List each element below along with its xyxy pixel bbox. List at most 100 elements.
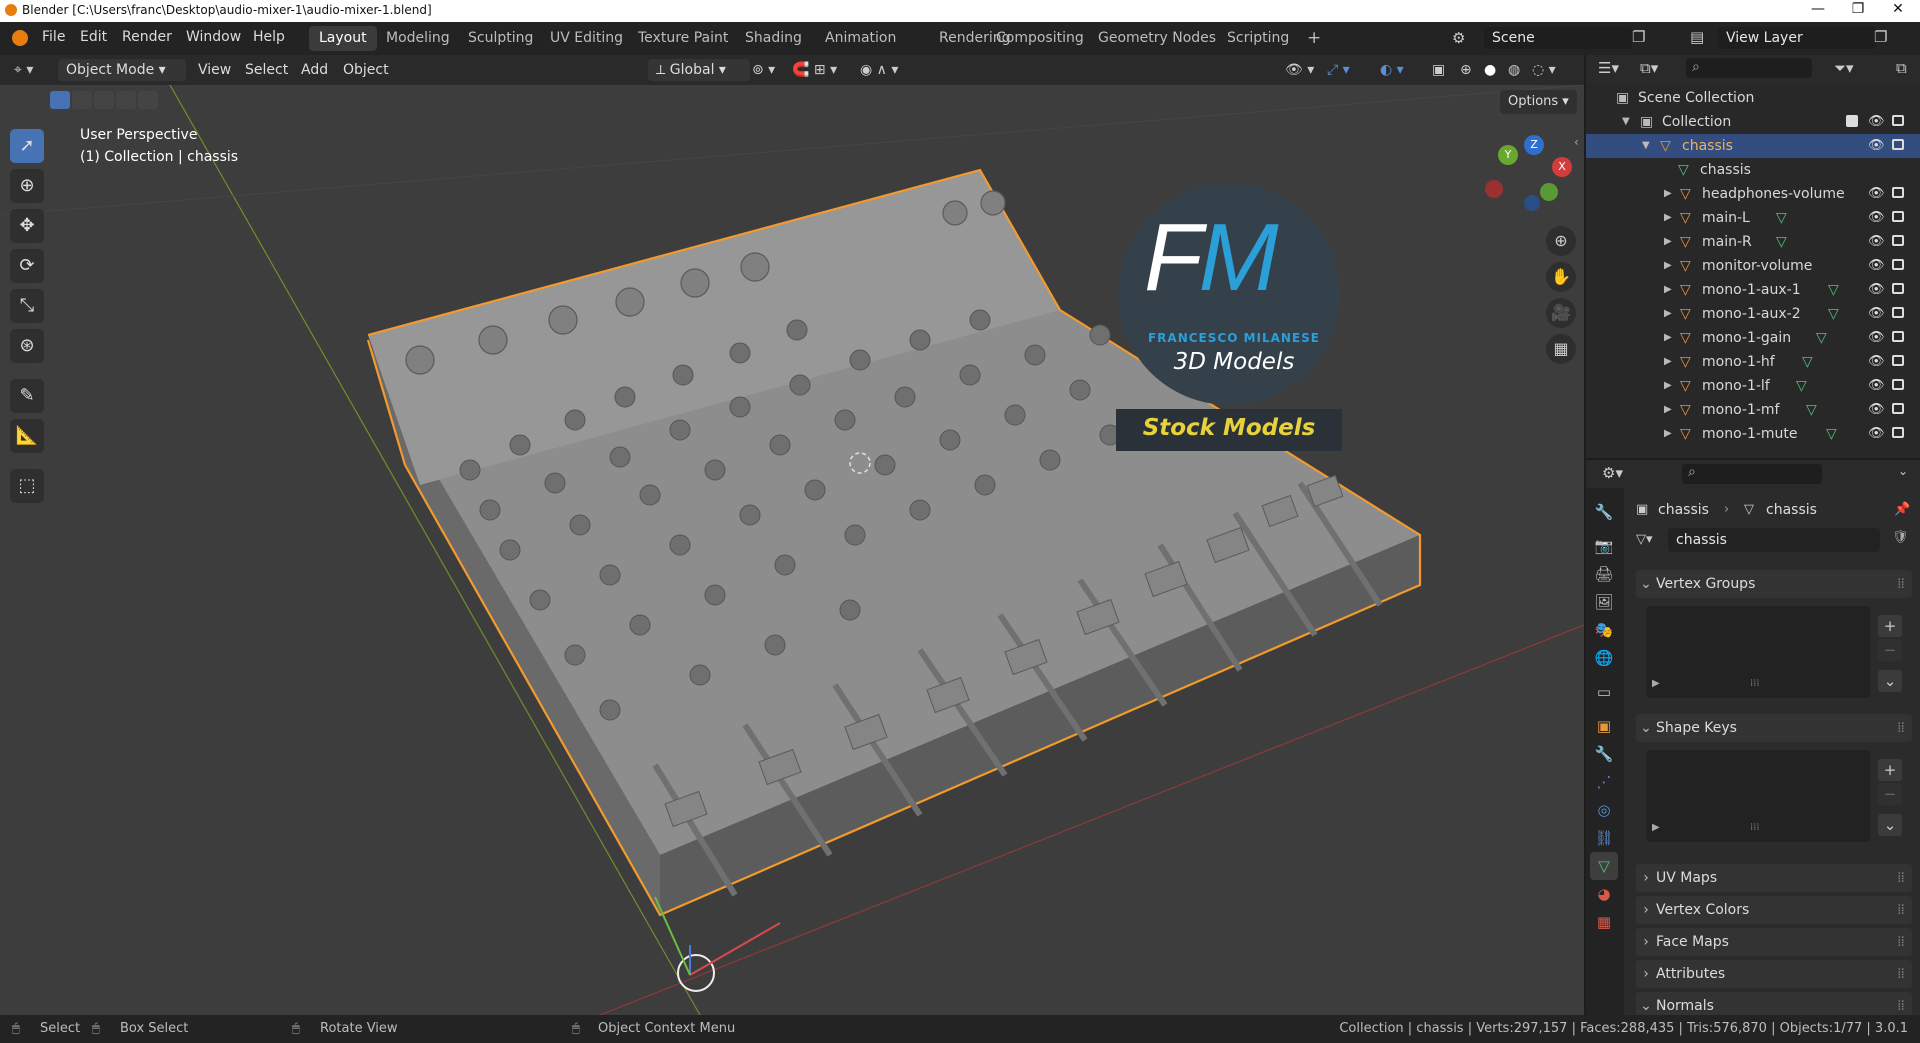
eye-icon[interactable]: 👁	[1868, 398, 1885, 422]
eye-icon[interactable]: 👁	[1868, 374, 1885, 398]
3d-viewport[interactable]: ➚ ⊕ ✥ ⟳ ⤡ ⊛ ✎ 📐 ⬚ User Perspective (1) C…	[0, 85, 1584, 1015]
drag-handle-icon[interactable]: ⁞⁞	[1897, 570, 1905, 598]
gizmo-neg-z[interactable]	[1524, 195, 1540, 211]
tab-animation[interactable]: Animation	[815, 26, 906, 51]
outliner-search-input[interactable]	[1686, 58, 1812, 78]
drag-handle-icon[interactable]: ⁞⁞	[1897, 896, 1905, 924]
expand-icon[interactable]: ▶	[1664, 182, 1672, 206]
physics-tab-icon[interactable]: ◎	[1590, 796, 1618, 824]
measure-tool-icon[interactable]: 📐	[10, 419, 44, 453]
camera-icon[interactable]	[1892, 427, 1904, 438]
scene-selector[interactable]: Scene	[1484, 27, 1632, 49]
outliner-editor-icon[interactable]: ☰▾	[1598, 59, 1619, 77]
mesh-datablock-icon[interactable]: ▽▾	[1636, 532, 1653, 547]
outliner-scene-collection[interactable]: ▣ Scene Collection	[1586, 86, 1920, 110]
panel-shape-keys[interactable]: ⌄ Shape Keys ⁞⁞	[1636, 714, 1912, 742]
eye-icon[interactable]: 👁	[1868, 278, 1885, 302]
world-tab-icon[interactable]: 🌐	[1590, 644, 1618, 672]
drag-handle-icon[interactable]: ⁞⁞	[1897, 928, 1905, 956]
overlay-toggle-icon[interactable]: ◐ ▾	[1380, 59, 1404, 81]
camera-icon[interactable]	[1892, 115, 1904, 126]
remove-vertex-group-button[interactable]: −	[1878, 639, 1902, 661]
eye-icon[interactable]: 👁	[1868, 134, 1885, 158]
outliner-collection[interactable]: ▼ ▣ Collection 👁	[1586, 110, 1920, 134]
expand-icon[interactable]: ▼	[1642, 134, 1650, 158]
scale-tool-icon[interactable]: ⤡	[10, 289, 44, 323]
panel-face-maps[interactable]: › Face Maps ⁞⁞	[1636, 928, 1912, 956]
new-collection-icon[interactable]: ⧉	[1896, 59, 1907, 77]
mesh-data-tab-icon[interactable]: ▽	[1590, 852, 1618, 880]
snap-icon[interactable]: 🧲 ⊞ ▾	[792, 59, 837, 81]
object-tab-icon[interactable]: ▣	[1590, 712, 1618, 740]
menu-object[interactable]: Object	[343, 59, 389, 81]
tab-sculpting[interactable]: Sculpting	[458, 26, 543, 51]
expand-icon[interactable]: ▶	[1664, 206, 1672, 230]
eye-icon[interactable]: 👁	[1868, 110, 1885, 134]
gizmo-z-axis[interactable]: Z	[1524, 135, 1544, 155]
blender-menu-icon[interactable]	[12, 30, 28, 46]
ortho-grid-icon[interactable]: ▦	[1546, 334, 1576, 364]
tab-compositing[interactable]: Compositing	[986, 26, 1094, 51]
properties-editor-icon[interactable]: ⚙▾	[1602, 464, 1623, 482]
select-new-icon[interactable]	[50, 91, 70, 109]
eye-icon[interactable]: 👁	[1868, 254, 1885, 278]
gizmo-neg-x[interactable]	[1485, 180, 1503, 198]
select-box-tool-icon[interactable]: ➚	[10, 129, 44, 163]
tab-geometry-nodes[interactable]: Geometry Nodes	[1088, 26, 1226, 51]
menu-render[interactable]: Render	[122, 29, 172, 45]
panel-vertex-colors[interactable]: › Vertex Colors ⁞⁞	[1636, 896, 1912, 924]
select-invert-icon[interactable]	[116, 91, 136, 109]
view-layer-selector[interactable]: View Layer	[1718, 27, 1876, 49]
particles-tab-icon[interactable]: ⋰	[1590, 768, 1618, 796]
transform-tool-icon[interactable]: ⊛	[10, 329, 44, 363]
add-workspace-button[interactable]: +	[1297, 26, 1331, 51]
options-dropdown[interactable]: Options ▾	[1500, 90, 1577, 114]
panel-uv-maps[interactable]: › UV Maps ⁞⁞	[1636, 864, 1912, 892]
expand-icon[interactable]: ▶	[1664, 422, 1672, 446]
transform-orientation-dropdown[interactable]: ⟂ Global ▾	[648, 59, 750, 81]
camera-icon[interactable]	[1892, 403, 1904, 414]
pivot-icon[interactable]: ⊚ ▾	[752, 59, 775, 81]
collection-expand-icon[interactable]: ▼	[1622, 110, 1630, 134]
menu-edit[interactable]: Edit	[80, 29, 107, 45]
gizmo-neg-y[interactable]	[1540, 183, 1558, 201]
shape-keys-list[interactable]: ▶ ⁞⁞⁞	[1646, 750, 1870, 842]
list-resize-grip-icon[interactable]: ⁞⁞⁞	[1750, 822, 1760, 833]
minimize-button[interactable]: —	[1798, 1, 1838, 17]
outliner-item-mono-1-aux-2[interactable]: ▶ ▽ mono-1-aux-2 ▽ 👁	[1586, 302, 1920, 326]
tab-layout[interactable]: Layout	[309, 26, 377, 51]
filter-icon[interactable]: ⏷▾	[1834, 59, 1854, 77]
scene-tab-icon[interactable]: 🎭	[1590, 616, 1618, 644]
expand-icon[interactable]: ▶	[1664, 350, 1672, 374]
select-extend-icon[interactable]	[72, 91, 92, 109]
expand-icon[interactable]: ▶	[1664, 230, 1672, 254]
menu-window[interactable]: Window	[186, 29, 241, 45]
outliner-item-monitor-volume[interactable]: ▶ ▽ monitor-volume 👁	[1586, 254, 1920, 278]
gizmo-y-axis[interactable]: Y	[1498, 145, 1518, 165]
drag-handle-icon[interactable]: ⁞⁞	[1897, 864, 1905, 892]
outliner-item-mono-1-lf[interactable]: ▶ ▽ mono-1-lf ▽ 👁	[1586, 374, 1920, 398]
object-mode-dropdown[interactable]: Object Mode ▾	[58, 59, 186, 81]
eye-icon[interactable]: 👁	[1868, 206, 1885, 230]
tab-uv-editing[interactable]: UV Editing	[540, 26, 633, 51]
display-mode-icon[interactable]: ⧉▾	[1640, 59, 1658, 77]
modifier-tab-icon[interactable]: 🔧	[1590, 740, 1618, 768]
collection-checkbox[interactable]	[1846, 115, 1858, 127]
texture-tab-icon[interactable]: ▦	[1590, 908, 1618, 936]
list-filter-toggle-icon[interactable]: ▶	[1652, 678, 1660, 689]
drag-handle-icon[interactable]: ⁞⁞	[1897, 714, 1905, 742]
select-subtract-icon[interactable]	[94, 91, 114, 109]
annotate-tool-icon[interactable]: ✎	[10, 379, 44, 413]
camera-icon[interactable]	[1892, 139, 1904, 150]
zoom-icon[interactable]: ⊕	[1546, 226, 1576, 256]
camera-icon[interactable]	[1892, 283, 1904, 294]
menu-view[interactable]: View	[198, 59, 231, 81]
drag-handle-icon[interactable]: ⁞⁞	[1897, 960, 1905, 988]
tab-shading[interactable]: Shading	[735, 26, 812, 51]
eye-icon[interactable]: 👁	[1868, 422, 1885, 446]
view-layer-tab-icon[interactable]: 🖼	[1590, 588, 1618, 616]
outliner-item-main-r[interactable]: ▶ ▽ main-R ▽ 👁	[1586, 230, 1920, 254]
cursor-tool-icon[interactable]: ⊕	[10, 169, 44, 203]
material-shading-icon[interactable]: ◍	[1508, 59, 1520, 81]
pan-hand-icon[interactable]: ✋	[1546, 262, 1576, 292]
